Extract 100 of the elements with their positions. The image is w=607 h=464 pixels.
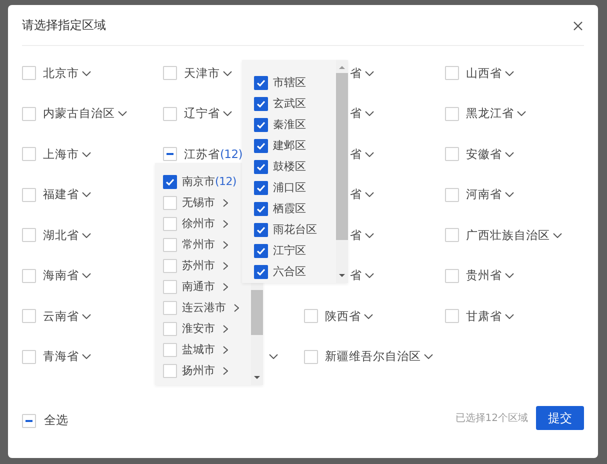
menu-item-label[interactable]: 南京市 [182, 174, 215, 189]
region-label[interactable]: 省 [350, 187, 362, 202]
menu-item-label[interactable]: 市辖区 [273, 75, 306, 90]
checkbox[interactable] [254, 138, 268, 152]
checkbox[interactable] [254, 244, 268, 258]
chevron-down-icon[interactable] [82, 354, 91, 360]
chevron-down-icon[interactable] [505, 70, 514, 76]
region-label[interactable]: 内蒙古自治区 [43, 106, 115, 122]
menu-item-label[interactable]: 栖霞区 [273, 201, 306, 216]
chevron-down-icon[interactable] [223, 111, 232, 116]
chevron-right-icon[interactable] [223, 240, 228, 248]
scrollbar[interactable] [336, 60, 348, 283]
checkbox[interactable] [254, 76, 268, 90]
region-label[interactable]: 新疆维吾尔自治区 [325, 349, 421, 364]
menu-item-label[interactable]: 六合区 [273, 264, 306, 279]
menu-item-label[interactable]: 无锡市 [182, 195, 215, 210]
menu-item-label[interactable]: 江宁区 [273, 243, 306, 258]
region-label[interactable]: 甘肃省 [466, 308, 502, 324]
chevron-right-icon[interactable] [223, 220, 228, 228]
chevron-down-icon[interactable] [365, 111, 374, 116]
region-label[interactable]: 省 [350, 268, 362, 284]
menu-item-label[interactable]: 雨花台区 [273, 222, 317, 237]
region-label[interactable]: 天津市 [184, 66, 220, 81]
scroll-down-icon[interactable] [254, 376, 260, 379]
submit-button[interactable]: 提交 [536, 406, 584, 430]
menu-item-label[interactable]: 连云港市 [182, 300, 226, 315]
region-label[interactable]: 辽宁省 [184, 106, 220, 122]
region-label[interactable]: 贵州省 [466, 268, 502, 284]
chevron-down-icon[interactable] [517, 111, 526, 116]
region-label[interactable]: 湖北省 [43, 228, 79, 243]
menu-item-label[interactable]: 苏州市 [182, 258, 215, 273]
menu-item-label[interactable]: 常州市 [182, 237, 215, 252]
region-label[interactable]: 青海省 [43, 349, 79, 364]
chevron-down-icon[interactable] [82, 192, 91, 198]
checkbox[interactable] [163, 174, 177, 188]
chevron-right-icon[interactable] [223, 198, 228, 206]
chevron-right-icon[interactable] [234, 304, 239, 312]
chevron-right-icon[interactable] [223, 366, 228, 374]
chevron-down-icon[interactable] [82, 152, 91, 157]
chevron-down-icon[interactable] [424, 354, 433, 360]
scroll-down-icon[interactable] [339, 274, 345, 277]
chevron-down-icon[interactable] [365, 152, 374, 157]
menu-item-label[interactable]: 秦淮区 [273, 117, 306, 132]
chevron-right-icon[interactable] [223, 324, 228, 332]
chevron-down-icon[interactable] [505, 192, 514, 198]
chevron-down-icon[interactable] [553, 232, 562, 238]
region-label[interactable]: 上海市 [43, 146, 79, 162]
region-label[interactable]: 省 [350, 146, 362, 162]
chevron-down-icon[interactable] [365, 232, 374, 238]
scroll-thumb[interactable] [336, 73, 348, 240]
checkbox[interactable] [254, 160, 268, 174]
chevron-down-icon[interactable] [365, 70, 374, 76]
chevron-down-icon[interactable] [269, 354, 278, 360]
region-label[interactable]: 海南省 [43, 268, 79, 284]
menu-item-label[interactable]: 淮安市 [182, 321, 215, 336]
menu-item-label[interactable]: 玄武区 [273, 96, 306, 111]
chevron-down-icon[interactable] [82, 314, 91, 319]
checkbox[interactable] [254, 96, 268, 110]
menu-item-label[interactable]: 浦口区 [273, 180, 306, 195]
region-label[interactable]: 陕西省 [325, 308, 361, 324]
menu-item-label[interactable]: 扬州市 [182, 363, 215, 378]
chevron-down-icon[interactable] [223, 70, 232, 76]
menu-item-label[interactable]: 徐州市 [182, 216, 215, 231]
chevron-down-icon[interactable] [505, 273, 514, 278]
close-icon[interactable] [573, 20, 583, 30]
chevron-down-icon[interactable] [365, 273, 374, 278]
chevron-down-icon[interactable] [365, 192, 374, 198]
checkbox[interactable] [254, 118, 268, 132]
region-label[interactable]: 福建省 [43, 187, 79, 202]
chevron-right-icon[interactable] [223, 346, 228, 354]
checkbox[interactable] [254, 222, 268, 236]
chevron-down-icon[interactable] [505, 152, 514, 157]
region-label[interactable]: 江苏省 [184, 146, 220, 162]
region-label[interactable]: 山西省 [466, 66, 502, 81]
region-label[interactable]: 广西壮族自治区 [466, 228, 550, 243]
region-label[interactable]: 安徽省 [466, 146, 502, 162]
region-label[interactable]: 省 [350, 228, 362, 243]
menu-item-label[interactable]: 建邺区 [273, 138, 306, 153]
menu-item-label[interactable]: 盐城市 [182, 342, 215, 357]
scroll-thumb[interactable] [251, 290, 263, 335]
region-label[interactable]: 省 [350, 66, 362, 81]
region-label[interactable]: 云南省 [43, 308, 79, 324]
region-label[interactable]: 省 [350, 106, 362, 122]
select-all-label[interactable]: 全选 [44, 412, 68, 429]
chevron-down-icon[interactable] [82, 70, 91, 76]
menu-item-label[interactable]: 鼓楼区 [273, 159, 306, 174]
region-label[interactable]: 北京市 [43, 66, 79, 81]
region-label[interactable]: 河南省 [466, 187, 502, 202]
chevron-down-icon[interactable] [82, 273, 91, 278]
menu-item-label[interactable]: 南通市 [182, 279, 215, 294]
checkbox[interactable] [254, 180, 268, 194]
chevron-right-icon[interactable] [223, 282, 228, 290]
chevron-down-icon[interactable] [118, 111, 127, 116]
chevron-right-icon[interactable] [223, 262, 228, 270]
checkbox[interactable] [254, 202, 268, 216]
chevron-down-icon[interactable] [505, 314, 514, 319]
region-label[interactable]: 黑龙江省 [466, 106, 514, 122]
checkbox[interactable] [254, 264, 268, 278]
chevron-down-icon[interactable] [364, 314, 373, 319]
chevron-down-icon[interactable] [82, 232, 91, 238]
